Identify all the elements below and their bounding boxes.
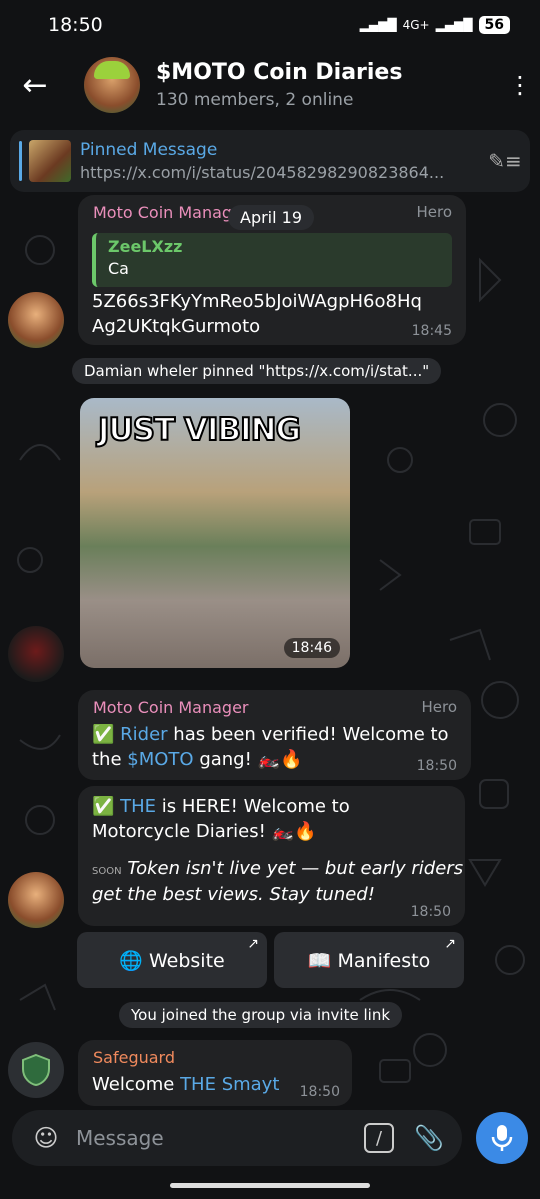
website-button[interactable]: 🌐 Website ↗ (77, 932, 267, 988)
microphone-icon (491, 1125, 513, 1151)
message-text-part: the (92, 749, 128, 771)
clock: 18:50 (48, 14, 103, 36)
message-line: Motorcycle Diaries! 🏍️🔥 (92, 821, 317, 843)
microphone-button[interactable] (476, 1112, 528, 1164)
pinned-content: Pinned Message https://x.com/i/status/20… (80, 140, 480, 182)
group-avatar[interactable] (84, 57, 140, 113)
mention-link[interactable]: THE Smayt (180, 1074, 279, 1095)
sender-role: Hero (416, 203, 452, 221)
message-bubble[interactable]: Moto Coin Manager Hero ✅ Rider has been … (78, 690, 471, 780)
message-text: ✅ THE is HERE! Welcome to Motorcycle Dia… (92, 794, 463, 907)
avatar[interactable] (8, 626, 64, 682)
attach-icon[interactable]: 📎 (414, 1124, 444, 1152)
external-link-icon: ↗ (444, 936, 456, 952)
avatar[interactable] (8, 292, 64, 348)
mention-link[interactable]: THE (120, 796, 156, 817)
button-label: 🌐 Website (119, 949, 225, 972)
quote-author: ZeeLXzz (108, 237, 183, 256)
group-title: $MOTO Coin Diaries (156, 60, 403, 86)
message-text: 5Z66s3FKyYmReo5bJoiWAgpH6o8Hq Ag2UKtqkGu… (92, 289, 422, 339)
message-time: 18:50 (410, 904, 451, 920)
pinned-url: https://x.com/i/status/20458298290823864… (80, 163, 445, 183)
battery-level: 56 (478, 16, 510, 34)
avatar[interactable] (8, 872, 64, 928)
manifesto-button[interactable]: 📖 Manifesto ↗ (274, 932, 464, 988)
check-icon: ✅ (92, 724, 115, 745)
message-text-part: has been verified! Welcome to (167, 724, 449, 745)
pinned-list-icon[interactable]: ✎≡ (480, 149, 530, 173)
quote-text: Ca (108, 259, 129, 278)
message-line: 5Z66s3FKyYmReo5bJoiWAgpH6o8Hq (92, 291, 422, 312)
sticker-icon[interactable]: ☺ (24, 1110, 68, 1166)
photo-message[interactable]: JUST VIBING 18:46 (80, 398, 350, 668)
reply-quote[interactable]: ZeeLXzz Ca (92, 233, 452, 287)
pinned-title: Pinned Message (80, 139, 218, 160)
external-link-icon: ↗ (247, 936, 259, 952)
sender-name[interactable]: Moto Coin Manager (93, 203, 249, 222)
status-bar: 18:50 ▂▄▆█ 4G+ ▂▄▆█ 56 (0, 0, 540, 50)
sender-name[interactable]: Safeguard (93, 1048, 175, 1067)
sender-role: Hero (421, 698, 457, 716)
signal-icon: ▂▄▆█ (359, 18, 397, 32)
message-bubble[interactable]: ✅ THE is HERE! Welcome to Motorcycle Dia… (78, 786, 465, 926)
message-line: get the best views. Stay tuned! (92, 883, 375, 905)
group-subtitle: 130 members, 2 online (156, 89, 354, 110)
message-bubble[interactable]: Safeguard Welcome THE Smayt 18:50 (78, 1040, 352, 1106)
mention-link[interactable]: Rider (120, 724, 167, 745)
pinned-thumbnail (29, 140, 71, 182)
shield-icon (22, 1053, 50, 1087)
chat-header[interactable]: ← $MOTO Coin Diaries 130 members, 2 onli… (0, 50, 540, 120)
photo-caption: JUST VIBING (97, 411, 302, 449)
message-text-part: gang! 🏍️🔥 (193, 749, 303, 771)
sender-name[interactable]: Moto Coin Manager (93, 698, 249, 717)
network-type: 4G+ (402, 18, 430, 32)
message-time: 18:45 (411, 323, 452, 339)
status-icons: ▂▄▆█ 4G+ ▂▄▆█ 56 (360, 16, 510, 34)
home-indicator (170, 1183, 370, 1188)
more-menu-icon[interactable]: ⋮ (500, 71, 540, 99)
check-icon: ✅ (92, 796, 115, 817)
signal-icon-2: ▂▄▆█ (435, 18, 473, 32)
avatar[interactable] (8, 1042, 64, 1098)
system-message: You joined the group via invite link (119, 1002, 403, 1028)
message-text-part: Welcome (92, 1074, 181, 1095)
message-text: ✅ Rider has been verified! Welcome to th… (92, 722, 449, 772)
system-message[interactable]: Damian wheler pinned "https://x.com/i/st… (72, 358, 442, 384)
group-info[interactable]: $MOTO Coin Diaries 130 members, 2 online (156, 60, 500, 109)
message-line: Token isn't live yet — but early riders (127, 858, 464, 880)
soon-icon: SOON (92, 866, 122, 878)
message-time: 18:50 (299, 1084, 340, 1100)
message-input[interactable]: Message (76, 1126, 364, 1150)
bot-command-icon[interactable]: / (364, 1123, 394, 1153)
button-label: 📖 Manifesto (307, 949, 431, 972)
message-line: Ag2UKtqkGurmoto (92, 316, 261, 338)
date-chip: April 19 (228, 205, 315, 230)
cashtag-link[interactable]: $MOTO (127, 749, 193, 770)
pinned-indicator (19, 141, 22, 181)
message-text-part: is HERE! Welcome to (156, 796, 350, 817)
message-time: 18:50 (416, 758, 457, 774)
message-time: 18:46 (283, 638, 340, 658)
pinned-message-bar[interactable]: Pinned Message https://x.com/i/status/20… (10, 130, 530, 192)
back-arrow-icon[interactable]: ← (0, 50, 70, 120)
message-composer[interactable]: ☺ Message / 📎 (12, 1110, 462, 1166)
